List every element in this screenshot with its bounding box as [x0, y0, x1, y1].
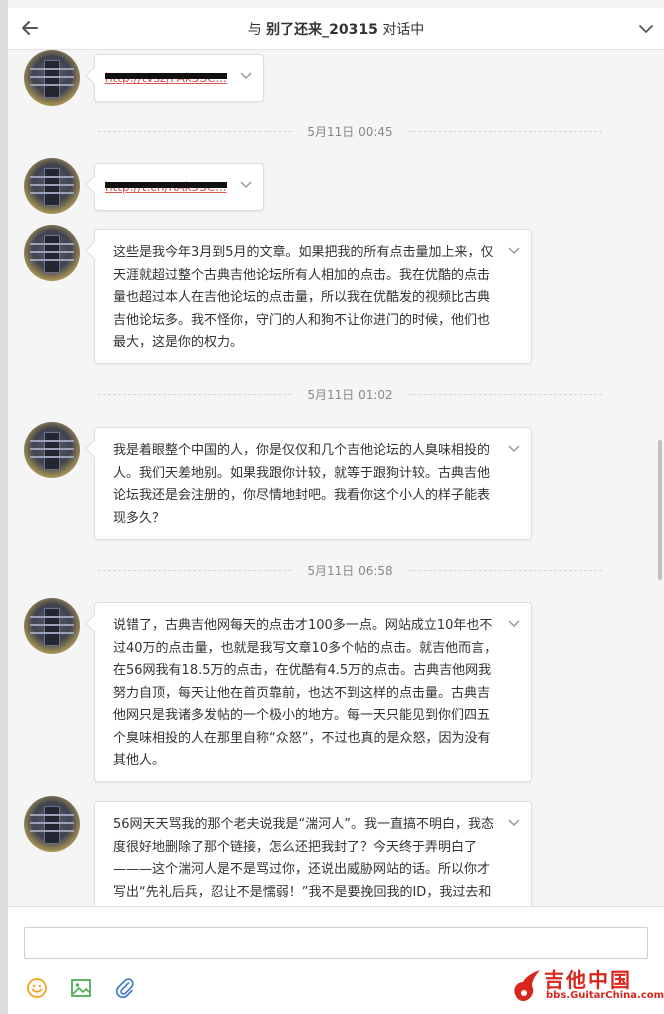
scrollbar-thumb[interactable]: [658, 440, 662, 580]
partner-username[interactable]: 别了还来_20315: [266, 22, 378, 38]
chevron-down-icon[interactable]: [507, 243, 521, 257]
timestamp: 5月11日 06:58: [293, 562, 407, 579]
timestamp: 5月11日 01:02: [293, 386, 407, 403]
title-suffix: 对话中: [382, 22, 425, 38]
message-bubble: 说错了，古典吉他网每天的点击才100多一点。网站成立10年也不过40万的点击量，…: [94, 602, 532, 782]
avatar[interactable]: [24, 158, 80, 214]
time-separator: 5月11日 01:02: [98, 384, 602, 404]
message-link[interactable]: http://t.cn/RAk5SC...: [105, 176, 227, 199]
left-edge-strip: [0, 0, 8, 1014]
message-text: 我是着眼整个中国的人，你是仅仅和几个吉他论坛的人臭味相投的人。我们天差地别。如果…: [113, 443, 491, 526]
time-separator: 5月11日 06:58: [98, 560, 602, 580]
redaction-bar: [105, 182, 227, 188]
message-bubble: 我是着眼整个中国的人，你是仅仅和几个吉他论坛的人臭味相投的人。我们天差地别。如果…: [94, 427, 532, 540]
conversation-header: 与 别了还来_20315 对话中: [8, 8, 664, 50]
image-icon[interactable]: [70, 977, 92, 999]
chevron-down-icon[interactable]: [507, 815, 521, 829]
chevron-down-icon[interactable]: [239, 68, 253, 82]
avatar[interactable]: [24, 422, 80, 478]
message-input[interactable]: [24, 927, 648, 959]
redaction-bar: [105, 73, 227, 79]
watermark-title: 吉他中国: [544, 968, 632, 992]
chevron-down-icon[interactable]: [507, 441, 521, 455]
conversation-title: 与 别了还来_20315 对话中: [8, 19, 664, 39]
paperclip-icon[interactable]: [114, 977, 136, 999]
avatar[interactable]: [24, 796, 80, 852]
chevron-down-icon[interactable]: [239, 177, 253, 191]
time-separator: 5月11日 00:45: [98, 121, 602, 141]
guitar-logo-icon: [514, 970, 540, 1002]
message-text: 说错了，古典吉他网每天的点击才100多一点。网站成立10年也不过40万的点击量，…: [113, 618, 498, 768]
message-list[interactable]: http://tvsz/PAk5SC... 5月11日 00:45 http:/…: [8, 50, 664, 906]
avatar[interactable]: [24, 50, 80, 106]
message-text: 56网天天骂我的那个老夫说我是“湍河人”。我一直搞不明白，我态度很好地删除了那个…: [113, 817, 495, 900]
message-bubble: 56网天天骂我的那个老夫说我是“湍河人”。我一直搞不明白，我态度很好地删除了那个…: [94, 801, 532, 906]
avatar[interactable]: [24, 598, 80, 654]
watermark-url: bbs.GuitarChina.com: [546, 990, 664, 1001]
title-prefix: 与: [247, 22, 262, 38]
message-text: 这些是我今年3月到5月的文章。如果把我的所有点击量加上来，仅天涯就超过整个古典吉…: [113, 245, 494, 350]
timestamp: 5月11日 00:45: [293, 123, 407, 140]
message-bubble: 这些是我今年3月到5月的文章。如果把我的所有点击量加上来，仅天涯就超过整个古典吉…: [94, 229, 532, 364]
message-link[interactable]: http://tvsz/PAk5SC...: [105, 67, 227, 90]
chevron-down-icon[interactable]: [638, 21, 654, 37]
site-watermark: 吉他中国 bbs.GuitarChina.com: [508, 964, 664, 1008]
message-bubble: http://tvsz/PAk5SC...: [94, 54, 264, 102]
message-bubble: http://t.cn/RAk5SC...: [94, 163, 264, 211]
chevron-down-icon[interactable]: [507, 616, 521, 630]
smile-icon[interactable]: [26, 977, 48, 999]
avatar[interactable]: [24, 225, 80, 281]
